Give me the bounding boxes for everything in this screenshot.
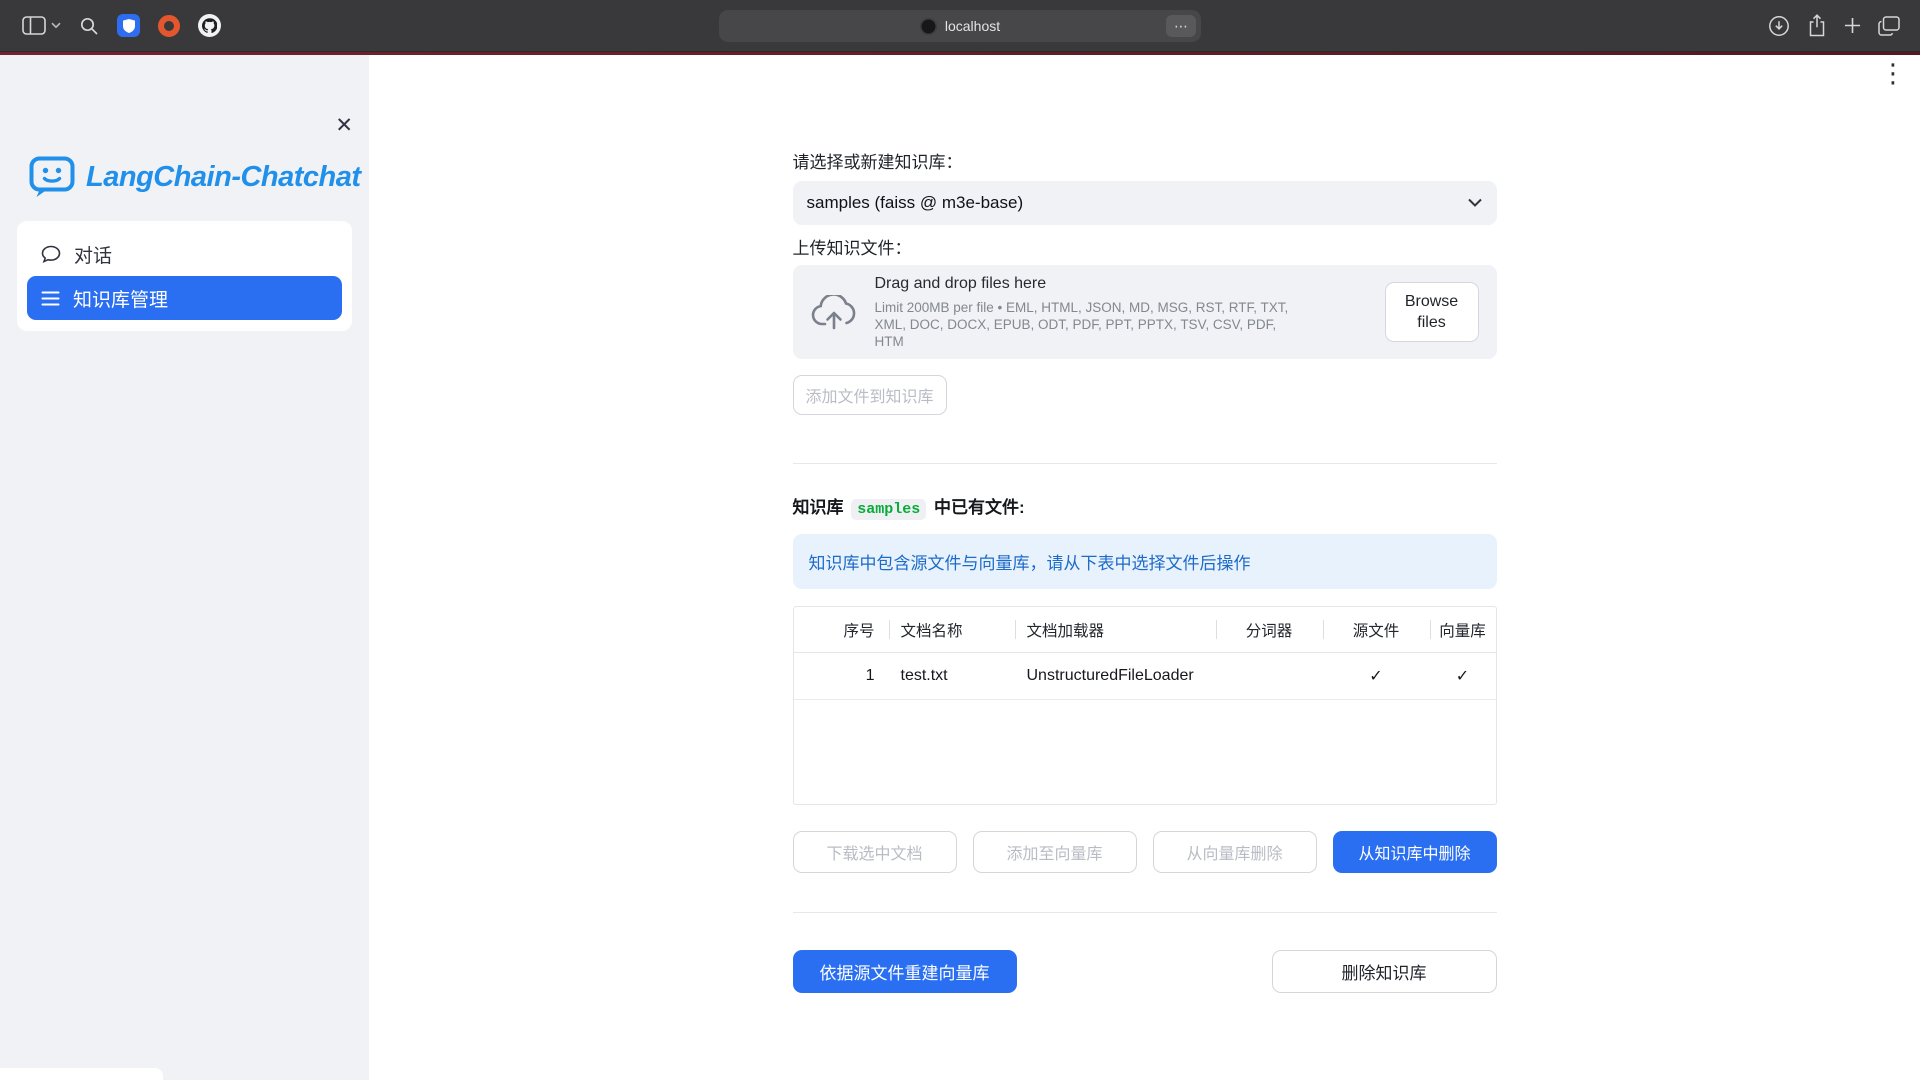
app-logo: LangChain-Chatchat bbox=[29, 156, 369, 199]
tab-overview-icon[interactable] bbox=[1878, 16, 1900, 36]
add-to-vector-button[interactable]: 添加至向量库 bbox=[973, 831, 1137, 873]
sidebar-item-kb-management[interactable]: 知识库管理 bbox=[27, 276, 342, 320]
cell-splitter bbox=[1216, 653, 1323, 699]
file-action-buttons: 下载选中文档 添加至向量库 从向量库删除 从知识库中删除 bbox=[793, 831, 1497, 873]
table-header-row: 序号 文档名称 文档加载器 分词器 源文件 向量库 bbox=[794, 607, 1496, 653]
kb-heading-suffix: 中已有文件: bbox=[929, 498, 1024, 517]
page-settings-button[interactable]: ⋯ bbox=[1166, 15, 1196, 37]
sidebar-menu: 对话 知识库管理 bbox=[17, 221, 352, 331]
chat-bubble-logo-icon bbox=[29, 156, 75, 199]
table-header-splitter[interactable]: 分词器 bbox=[1216, 607, 1323, 652]
extension-github-icon[interactable] bbox=[198, 14, 221, 37]
info-banner: 知识库中包含源文件与向量库，请从下表中选择文件后操作 bbox=[793, 534, 1497, 589]
site-favicon bbox=[920, 18, 937, 35]
table-header-index[interactable]: 序号 bbox=[794, 607, 889, 652]
cell-file-name: test.txt bbox=[889, 653, 1015, 699]
extension-shield-icon[interactable] bbox=[117, 14, 140, 37]
streamlit-menu-button[interactable]: ⋮ bbox=[1880, 59, 1906, 88]
divider bbox=[793, 463, 1497, 464]
delete-from-kb-button[interactable]: 从知识库中删除 bbox=[1333, 831, 1497, 873]
browser-status-bar bbox=[0, 1068, 163, 1080]
sidebar-item-label: 对话 bbox=[74, 241, 112, 268]
kb-action-buttons: 依据源文件重建向量库 删除知识库 bbox=[793, 950, 1497, 993]
add-files-to-kb-button[interactable]: 添加文件到知识库 bbox=[793, 375, 947, 415]
app-logo-text: LangChain-Chatchat bbox=[86, 161, 361, 194]
url-text: localhost bbox=[945, 18, 1000, 34]
table-header-vector[interactable]: 向量库 bbox=[1430, 607, 1496, 652]
upload-label: 上传知识文件： bbox=[793, 239, 1497, 259]
kb-select-value: samples (faiss @ m3e-base) bbox=[807, 193, 1024, 213]
cell-loader: UnstructuredFileLoader bbox=[1015, 653, 1216, 699]
search-icon bbox=[79, 16, 99, 36]
rebuild-vector-store-button[interactable]: 依据源文件重建向量库 bbox=[793, 950, 1017, 993]
delete-kb-button[interactable]: 删除知识库 bbox=[1272, 950, 1497, 993]
table-row[interactable]: 1 test.txt UnstructuredFileLoader ✓ ✓ bbox=[794, 653, 1496, 700]
chevron-down-icon bbox=[51, 22, 61, 29]
cloud-upload-icon bbox=[811, 295, 857, 330]
select-kb-label: 请选择或新建知识库： bbox=[793, 153, 1497, 173]
downloads-icon[interactable] bbox=[1768, 15, 1790, 37]
divider bbox=[793, 912, 1497, 913]
cell-vector-check: ✓ bbox=[1430, 653, 1496, 699]
app-sidebar: ✕ LangChain-Chatchat 对 bbox=[0, 55, 369, 1080]
extension-circle-icon[interactable] bbox=[158, 15, 180, 37]
new-tab-icon[interactable] bbox=[1844, 17, 1861, 34]
download-selected-button[interactable]: 下载选中文档 bbox=[793, 831, 957, 873]
share-icon[interactable] bbox=[1807, 14, 1827, 37]
browse-files-button[interactable]: Browse files bbox=[1385, 282, 1479, 342]
kb-heading-prefix: 知识库 bbox=[793, 498, 849, 517]
sidebar-item-label: 知识库管理 bbox=[73, 285, 168, 312]
table-header-loader[interactable]: 文档加载器 bbox=[1015, 607, 1216, 652]
cell-source-check: ✓ bbox=[1323, 653, 1430, 699]
kb-name-code: samples bbox=[851, 499, 926, 520]
address-bar[interactable]: localhost ⋯ bbox=[719, 10, 1201, 42]
sidebar-toggle-button[interactable] bbox=[22, 16, 61, 35]
kb-files-table: 序号 文档名称 文档加载器 分词器 源文件 向量库 1 test.txt Uns… bbox=[793, 606, 1497, 805]
search-button[interactable] bbox=[79, 16, 99, 36]
chat-icon bbox=[41, 244, 61, 264]
dropzone-title: Drag and drop files here bbox=[875, 275, 1307, 293]
file-dropzone[interactable]: Drag and drop files here Limit 200MB per… bbox=[793, 265, 1497, 359]
sidebar-panel-icon bbox=[22, 16, 46, 35]
remove-from-vector-button[interactable]: 从向量库删除 bbox=[1153, 831, 1317, 873]
main-content: ⋮ 请选择或新建知识库： samples (faiss @ m3e-base) … bbox=[369, 55, 1920, 1080]
list-icon bbox=[41, 291, 60, 306]
sidebar-item-dialogue[interactable]: 对话 bbox=[27, 232, 342, 276]
browser-toolbar: localhost ⋯ bbox=[0, 0, 1920, 52]
kb-select[interactable]: samples (faiss @ m3e-base) bbox=[793, 181, 1497, 225]
sidebar-close-button[interactable]: ✕ bbox=[335, 115, 353, 136]
dropzone-limits: Limit 200MB per file • EML, HTML, JSON, … bbox=[875, 299, 1307, 350]
kb-files-heading: 知识库 samples 中已有文件: bbox=[793, 493, 1497, 518]
cell-index: 1 bbox=[794, 653, 889, 699]
table-header-name[interactable]: 文档名称 bbox=[889, 607, 1015, 652]
table-header-source[interactable]: 源文件 bbox=[1323, 607, 1430, 652]
chevron-down-icon bbox=[1467, 198, 1483, 208]
